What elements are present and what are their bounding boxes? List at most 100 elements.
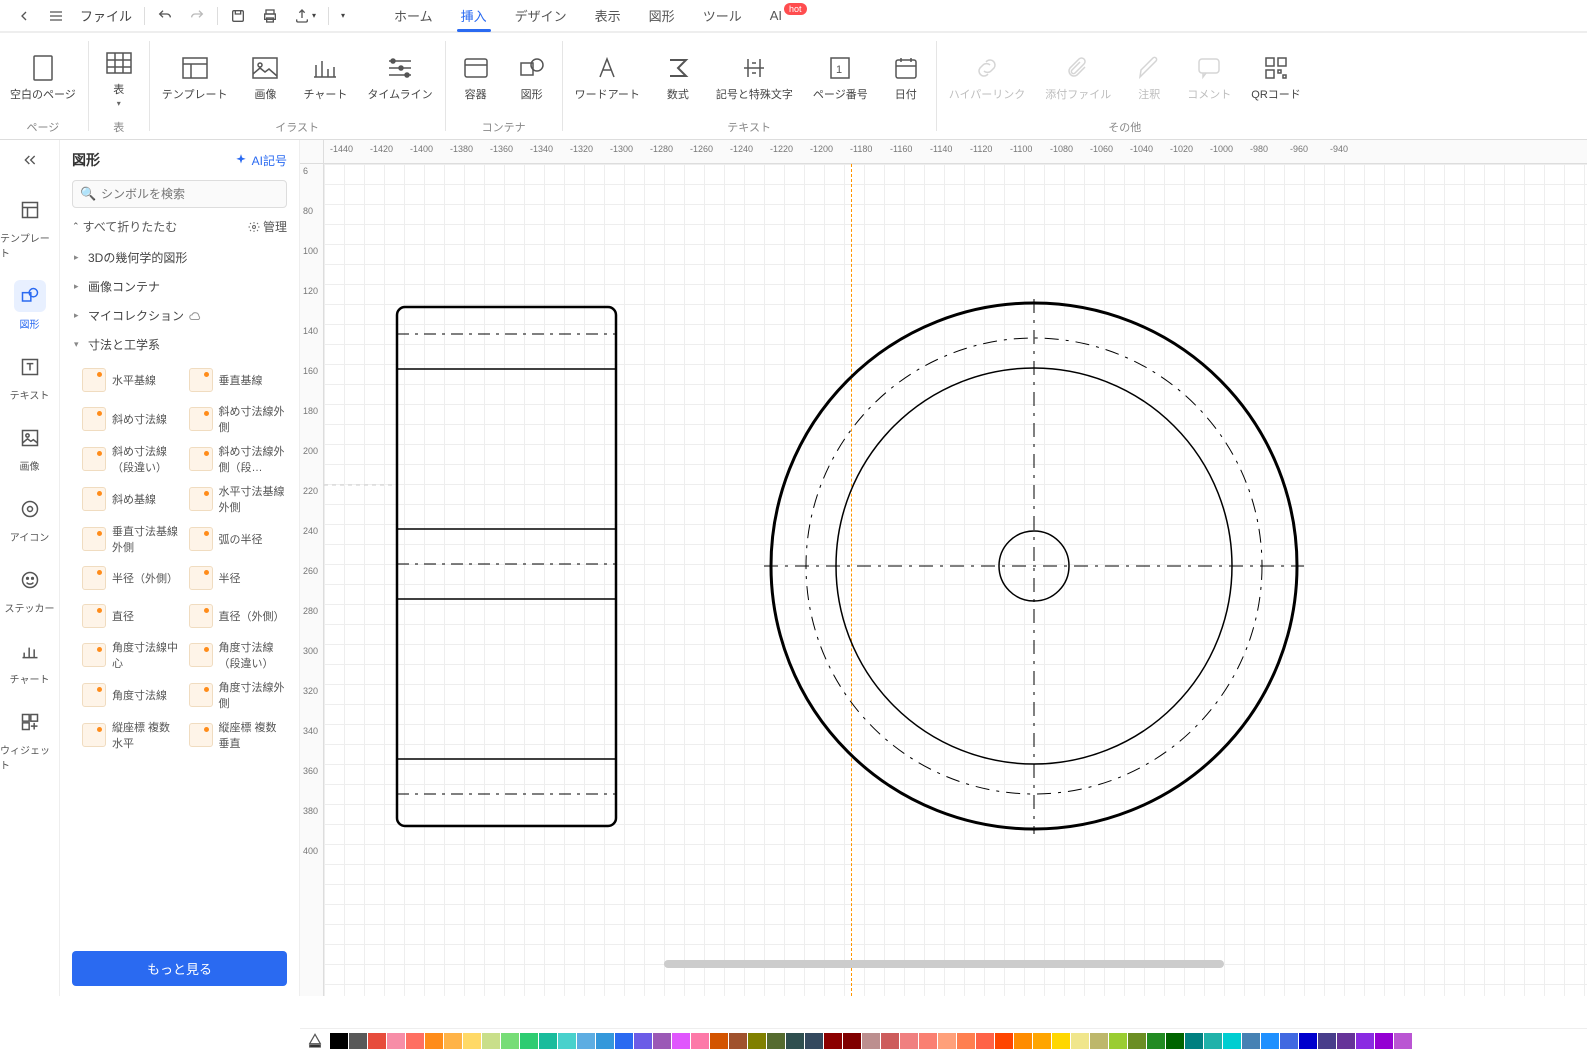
category-my-collection[interactable]: ▸マイコレクション [72, 301, 287, 330]
canvas[interactable] [324, 164, 1587, 996]
color-swatch[interactable] [995, 1033, 1013, 1049]
tab-design[interactable]: デザイン [501, 0, 581, 31]
shape-tile[interactable]: 直径（外側） [189, 599, 288, 633]
shape-tile[interactable]: 角度寸法線中心 [82, 637, 181, 673]
color-swatch[interactable] [520, 1033, 538, 1049]
collapse-rail-button[interactable] [18, 148, 42, 172]
chart-button[interactable]: チャート [293, 39, 357, 117]
color-swatch[interactable] [1147, 1033, 1165, 1049]
back-button[interactable] [8, 4, 40, 28]
rail-chart[interactable]: チャート [0, 625, 59, 696]
search-input[interactable] [72, 180, 287, 208]
color-swatch[interactable] [368, 1033, 386, 1049]
color-swatch[interactable] [1394, 1033, 1412, 1049]
color-swatch[interactable] [691, 1033, 709, 1049]
rail-image[interactable]: 画像 [0, 412, 59, 483]
undo-button[interactable] [149, 4, 181, 28]
tab-ai[interactable]: AIhot [756, 2, 821, 29]
color-swatch[interactable] [1052, 1033, 1070, 1049]
rail-template[interactable]: テンプレート [0, 184, 59, 270]
color-swatch[interactable] [1128, 1033, 1146, 1049]
color-swatch[interactable] [672, 1033, 690, 1049]
color-swatch[interactable] [1318, 1033, 1336, 1049]
rail-shape[interactable]: 図形 [0, 270, 59, 341]
color-swatch[interactable] [976, 1033, 994, 1049]
qrcode-button[interactable]: QRコード [1241, 39, 1311, 117]
tab-insert[interactable]: 挿入 [447, 0, 501, 31]
color-swatch[interactable] [1014, 1033, 1032, 1049]
redo-button[interactable] [181, 4, 213, 28]
table-button[interactable]: 表▾ [91, 39, 147, 117]
date-button[interactable]: 日付 [878, 39, 934, 117]
more-button[interactable]: ▾ [333, 7, 353, 24]
color-swatch[interactable] [1356, 1033, 1374, 1049]
color-swatch[interactable] [1166, 1033, 1184, 1049]
blank-page-button[interactable]: 空白のページ [0, 39, 86, 117]
see-more-button[interactable]: もっと見る [72, 951, 287, 986]
color-swatch[interactable] [1071, 1033, 1089, 1049]
export-button[interactable]: ▾ [286, 4, 324, 28]
symbols-button[interactable]: 記号と特殊文字 [706, 39, 803, 117]
color-swatch[interactable] [805, 1033, 823, 1049]
manage-button[interactable]: 管理 [248, 218, 287, 235]
category-dimension[interactable]: ▾寸法と工学系 [72, 330, 287, 359]
rail-icon[interactable]: アイコン [0, 483, 59, 554]
color-swatch[interactable] [330, 1033, 348, 1049]
color-swatch[interactable] [1185, 1033, 1203, 1049]
shape-button[interactable]: 図形 [504, 39, 560, 117]
file-menu[interactable]: ファイル [72, 2, 140, 29]
category-image-container[interactable]: ▸画像コンテナ [72, 272, 287, 301]
color-swatch[interactable] [710, 1033, 728, 1049]
color-swatch[interactable] [577, 1033, 595, 1049]
color-swatch[interactable] [1223, 1033, 1241, 1049]
color-swatch[interactable] [634, 1033, 652, 1049]
color-swatch[interactable] [463, 1033, 481, 1049]
shape-tile[interactable]: 斜め寸法線 [82, 401, 181, 437]
shape-tile[interactable]: 半径 [189, 561, 288, 595]
color-swatch[interactable] [900, 1033, 918, 1049]
color-swatch[interactable] [1090, 1033, 1108, 1049]
color-swatch[interactable] [881, 1033, 899, 1049]
color-swatch[interactable] [786, 1033, 804, 1049]
shape-tile[interactable]: 角度寸法線外側 [189, 677, 288, 713]
menu-icon[interactable] [40, 4, 72, 28]
color-swatch[interactable] [406, 1033, 424, 1049]
timeline-button[interactable]: タイムライン [357, 39, 442, 117]
color-swatch[interactable] [482, 1033, 500, 1049]
color-swatch[interactable] [748, 1033, 766, 1049]
shape-tile[interactable]: 斜め基線 [82, 481, 181, 517]
drawing-rectangle[interactable] [394, 304, 619, 829]
color-swatch[interactable] [615, 1033, 633, 1049]
save-button[interactable] [222, 4, 254, 28]
color-swatch[interactable] [862, 1033, 880, 1049]
color-swatch[interactable] [938, 1033, 956, 1049]
color-swatch[interactable] [824, 1033, 842, 1049]
shape-tile[interactable]: 弧の半径 [189, 521, 288, 557]
rail-text[interactable]: テキスト [0, 341, 59, 412]
shape-tile[interactable]: 斜め寸法線外側（段… [189, 441, 288, 477]
page-number-button[interactable]: 1ページ番号 [803, 39, 878, 117]
container-button[interactable]: 容器 [448, 39, 504, 117]
shape-tile[interactable]: 半径（外側） [82, 561, 181, 595]
shape-tile[interactable]: 直径 [82, 599, 181, 633]
shape-tile[interactable]: 角度寸法線 [82, 677, 181, 713]
color-picker-icon[interactable] [304, 1033, 326, 1049]
color-swatch[interactable] [957, 1033, 975, 1049]
color-swatch[interactable] [653, 1033, 671, 1049]
drawing-circles[interactable] [754, 294, 1314, 839]
color-swatch[interactable] [1280, 1033, 1298, 1049]
shape-tile[interactable]: 斜め寸法線外側 [189, 401, 288, 437]
color-swatch[interactable] [387, 1033, 405, 1049]
color-swatch[interactable] [539, 1033, 557, 1049]
color-swatch[interactable] [843, 1033, 861, 1049]
color-swatch[interactable] [1375, 1033, 1393, 1049]
color-swatch[interactable] [1299, 1033, 1317, 1049]
print-button[interactable] [254, 4, 286, 28]
tab-view[interactable]: 表示 [581, 0, 635, 31]
tab-home[interactable]: ホーム [380, 0, 447, 31]
shape-tile[interactable]: 水平基線 [82, 363, 181, 397]
color-swatch[interactable] [1261, 1033, 1279, 1049]
shape-tile[interactable]: 水平寸法基線外側 [189, 481, 288, 517]
color-swatch[interactable] [1204, 1033, 1222, 1049]
collapse-all-button[interactable]: ⌃ すべて折りたたむ [72, 218, 177, 235]
